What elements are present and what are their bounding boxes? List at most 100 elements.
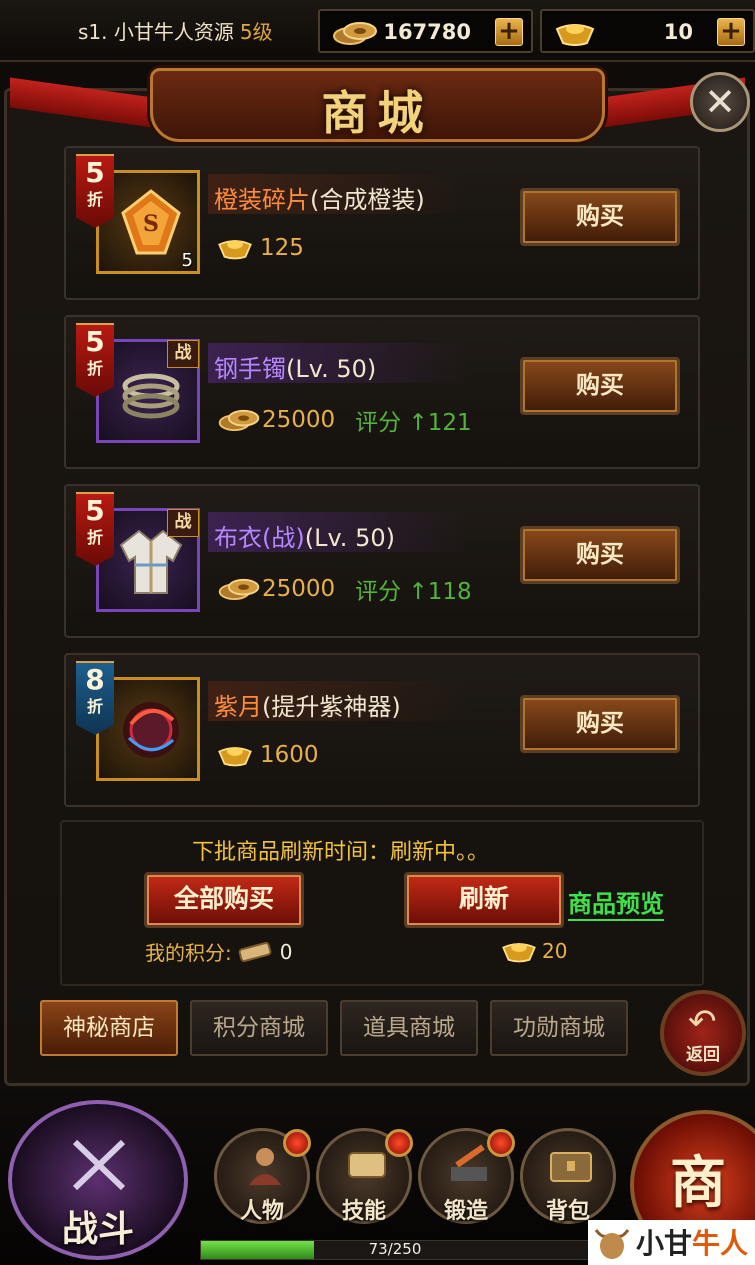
item-name-main: 钢手镯	[214, 355, 286, 383]
chest-icon	[550, 1152, 592, 1182]
gold-ingot-icon	[555, 24, 595, 46]
tab-merit-shop[interactable]: 功勋商城	[490, 1000, 628, 1056]
purple-moon-orb-icon	[123, 702, 179, 758]
notification-dot	[385, 1129, 413, 1157]
notification-dot	[283, 1129, 311, 1157]
experience-text: 73/250	[368, 1240, 422, 1258]
item-name-sub: (Lv. 50)	[286, 355, 377, 383]
gold-ingot-icon	[218, 240, 252, 260]
item-name-main: 紫月	[214, 693, 262, 721]
nav-character-button[interactable]: 人物	[214, 1128, 311, 1224]
price-value: 25000	[262, 576, 336, 602]
anvil-hammer-icon	[451, 1144, 487, 1181]
nav-character-label: 人物	[239, 1198, 284, 1224]
tab-mystery-shop[interactable]: 神秘商店	[40, 1000, 178, 1056]
item-price: 125	[216, 234, 304, 262]
arrow-up-icon: ↑	[408, 410, 428, 436]
character-icon	[249, 1148, 281, 1185]
add-coins-button[interactable]: +	[495, 18, 523, 46]
shop-item: S 5 5 折 橙装碎片(合成橙装) 125 购买	[64, 146, 700, 300]
item-name-sub: (Lv. 50)	[304, 524, 395, 552]
shop-item: 战 5 折 钢手镯(Lv. 50) 25000 评分 ↑121 购买	[64, 315, 700, 469]
gold-ingot-icon	[218, 747, 252, 767]
refresh-cost: 20	[500, 937, 567, 965]
item-name: 钢手镯(Lv. 50)	[214, 349, 376, 384]
refresh-time-text: 下批商品刷新时间：刷新中。。	[192, 840, 490, 865]
notification-dot	[487, 1129, 515, 1157]
tab-points-shop[interactable]: 积分商城	[190, 1000, 328, 1056]
watermark-text: 小甘牛人	[636, 1222, 748, 1262]
my-points-label: 我的积分:	[145, 941, 232, 965]
preview-link[interactable]: 商品预览	[568, 884, 664, 921]
return-arrow-icon: ↶	[688, 1002, 717, 1042]
price-value: 1600	[260, 742, 319, 768]
score: 评分 ↑118	[355, 572, 472, 606]
shop-item: 战 5 折 布衣(战)(Lv. 50) 25000 评分 ↑118 购买	[64, 484, 700, 638]
refresh-button[interactable]: 刷新	[404, 872, 564, 928]
item-name: 布衣(战)(Lv. 50)	[214, 518, 395, 553]
item-name-main: 布衣(战)	[214, 524, 305, 552]
shop-title-banner: 商城	[150, 68, 605, 142]
refresh-cost-value: 20	[542, 939, 568, 963]
gold-counter: 10 +	[540, 9, 755, 53]
warrior-class-badge: 战	[167, 340, 199, 368]
discount-badge: 5 折	[76, 154, 114, 228]
nav-forge-label: 锻造	[443, 1198, 488, 1224]
coin-icon	[333, 22, 377, 45]
warrior-class-badge: 战	[167, 509, 199, 537]
item-name-sub: (提升紫神器)	[262, 693, 401, 721]
nav-forge-button[interactable]: 锻造	[418, 1128, 515, 1224]
discount-value: 8	[85, 663, 105, 696]
shop-title: 商城	[321, 86, 434, 140]
orange-shard-icon: S	[121, 189, 181, 255]
coin-amount: 167780	[383, 20, 471, 44]
svg-text:S: S	[143, 211, 159, 237]
discount-badge: 8 折	[76, 661, 114, 735]
player-level: 5级	[239, 20, 273, 44]
score: 评分 ↑121	[355, 403, 472, 437]
watermark-text-b: 牛人	[692, 1227, 749, 1260]
watermark-text-a: 小甘	[636, 1227, 693, 1260]
my-points: 我的积分: 0	[145, 937, 292, 966]
back-label: 返回	[686, 1045, 720, 1065]
nav-skills-label: 技能	[341, 1198, 386, 1224]
close-button[interactable]: ✕	[690, 72, 750, 132]
coin-icon	[218, 409, 260, 432]
price-value: 125	[260, 235, 304, 261]
bull-logo-icon	[594, 1229, 630, 1259]
buy-button[interactable]: 购买	[520, 695, 680, 753]
crossed-swords-icon	[72, 1139, 126, 1191]
item-name: 橙装碎片(合成橙装)	[214, 180, 425, 215]
discount-unit: 折	[86, 697, 103, 716]
close-icon: ✕	[704, 80, 736, 124]
shop-item: 8 折 紫月(提升紫神器) 1600 购买	[64, 653, 700, 807]
gold-ingot-icon	[502, 943, 536, 963]
discount-badge: 5 折	[76, 323, 114, 397]
experience-bar: 73/250	[200, 1240, 590, 1260]
back-button[interactable]: ↶ 返回	[660, 990, 746, 1076]
add-gold-button[interactable]: +	[717, 18, 745, 46]
buy-button[interactable]: 购买	[520, 526, 680, 584]
gold-amount: 10	[663, 20, 693, 44]
nav-skills-button[interactable]: 技能	[316, 1128, 413, 1224]
discount-value: 5	[85, 156, 105, 189]
coin-icon	[218, 578, 260, 601]
tab-items-shop[interactable]: 道具商城	[340, 1000, 478, 1056]
server-info: s1. 小甘牛人资源 5级	[78, 16, 273, 45]
skill-scroll-icon	[348, 1152, 386, 1178]
item-price: 1600	[216, 741, 319, 769]
buy-button[interactable]: 购买	[520, 357, 680, 415]
top-resource-bar: s1. 小甘牛人资源 5级 167780 + 10 +	[0, 0, 755, 62]
item-stack-count: 5	[181, 250, 193, 271]
discount-unit: 折	[86, 359, 103, 378]
coin-counter: 167780 +	[318, 9, 533, 53]
score-value: 121	[427, 410, 472, 436]
price-value: 25000	[262, 407, 336, 433]
nav-bag-button[interactable]: 背包	[520, 1128, 616, 1224]
buy-all-button[interactable]: 全部购买	[144, 872, 304, 928]
battle-button[interactable]: 战斗	[8, 1100, 188, 1260]
item-price: 25000 评分 ↑121	[216, 403, 472, 437]
buy-button[interactable]: 购买	[520, 188, 680, 246]
scroll-icon	[238, 941, 272, 962]
discount-unit: 折	[86, 528, 103, 547]
